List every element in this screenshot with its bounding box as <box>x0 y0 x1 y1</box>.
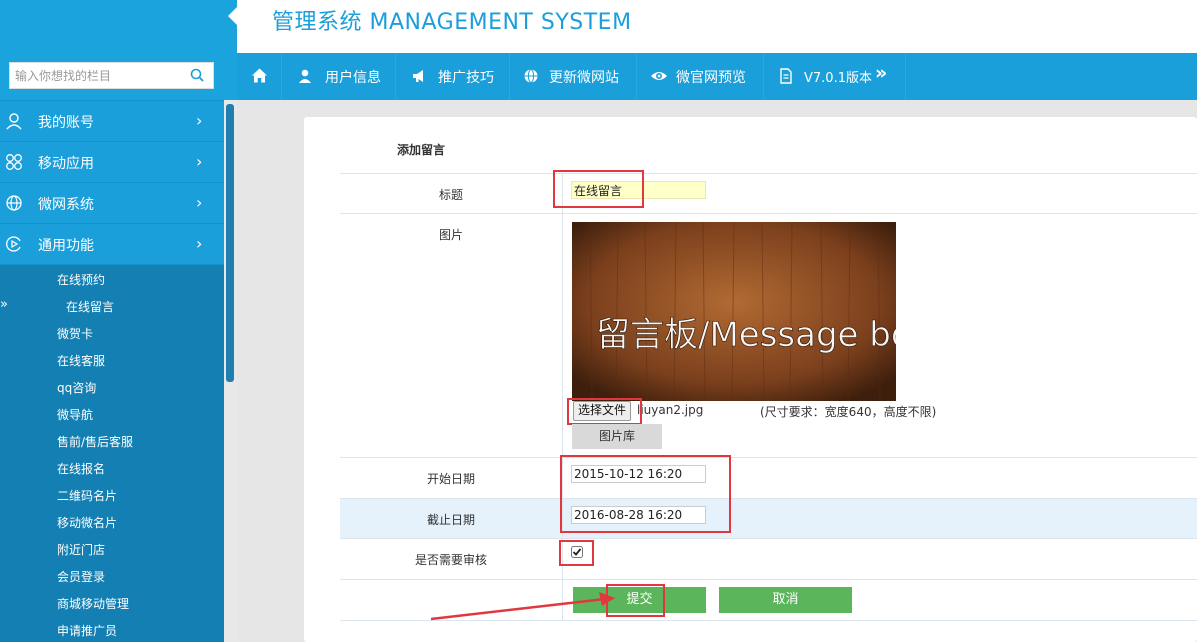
image-caption: 留言板/Message boards <box>596 315 896 355</box>
chevron-right-icon: › <box>196 111 203 130</box>
eye-icon <box>651 72 667 80</box>
chevron-right-icon: › <box>196 152 203 171</box>
globe-icon <box>6 195 22 211</box>
sidebar-sub-item[interactable]: 微导航 <box>57 406 93 423</box>
chevron-right-icon: › <box>196 234 203 253</box>
nav-label: 更新微网站 <box>549 70 619 86</box>
chevron-right-icon: › <box>196 193 203 212</box>
nav-version[interactable]: V7.0.1版本 » <box>764 53 906 100</box>
form-title: 添加留言 <box>397 143 446 157</box>
sidebar-item-microsite[interactable]: 微网系统 › <box>0 183 224 223</box>
image-label: 图片 <box>438 228 463 242</box>
sidebar-sub-item[interactable]: 申请推广员 <box>57 622 117 639</box>
gallery-button[interactable]: 图片库 <box>572 424 662 449</box>
nav-update-site[interactable]: 更新微网站 <box>510 53 637 100</box>
sidebar-sub-item[interactable]: 商城移动管理 <box>57 595 129 612</box>
annotation-arrow <box>430 592 615 621</box>
home-icon <box>252 68 267 83</box>
row-end-date: 截止日期 <box>340 498 1197 538</box>
search-input[interactable] <box>10 63 180 88</box>
nav-label: 用户信息 <box>325 70 381 86</box>
row-start-date: 开始日期 <box>340 457 1197 498</box>
highlight-box-title <box>553 170 644 208</box>
row-review: 是否需要审核 <box>340 538 1197 579</box>
sidebar-sub-item-active[interactable]: 在线留言 <box>66 298 114 315</box>
sidebar-item-label: 微网系统 <box>38 197 94 213</box>
search-icon[interactable] <box>190 68 204 82</box>
user-icon <box>299 69 311 83</box>
header: 管理系统 MANAGEMENT SYSTEM <box>237 0 1197 53</box>
nav-home[interactable] <box>237 53 282 100</box>
size-hint: (尺寸要求：宽度640，高度不限) <box>760 405 937 419</box>
sidebar-sub-item[interactable]: 在线报名 <box>57 460 105 477</box>
sidebar: 我的账号 › 移动应用 › 微网系统 › 通用功能 › 在线预约 在线留言 微贺… <box>0 100 237 642</box>
highlight-box-file <box>567 398 642 425</box>
highlight-box-dates <box>560 455 731 533</box>
end-date-label: 截止日期 <box>426 513 475 527</box>
sidebar-item-label: 通用功能 <box>38 238 94 254</box>
document-icon <box>780 68 792 84</box>
sidebar-sub-item[interactable]: 会员登录 <box>57 568 105 585</box>
nav-preview[interactable]: 微官网预览 <box>637 53 764 100</box>
user-outline-icon <box>6 113 22 130</box>
image-preview: 留言板/Message boards <box>572 222 896 401</box>
start-date-label: 开始日期 <box>426 472 475 486</box>
nav-user-info[interactable]: 用户信息 <box>282 53 396 100</box>
sidebar-sub-item[interactable]: qq咨询 <box>57 379 96 396</box>
active-item-marker: » <box>0 297 8 312</box>
play-circle-icon <box>6 236 21 252</box>
highlight-box-checkbox <box>559 540 594 566</box>
apps-icon <box>6 154 22 170</box>
file-name: liuyan2.jpg <box>637 403 704 417</box>
megaphone-icon <box>413 70 423 82</box>
sidebar-item-account[interactable]: 我的账号 › <box>0 101 224 141</box>
sidebar-item-label: 移动应用 <box>38 156 94 172</box>
sidebar-sub-item[interactable]: 售前/售后客服 <box>57 433 133 450</box>
submenu-common: 在线预约 在线留言 微贺卡 在线客服 qq咨询 微导航 售前/售后客服 在线报名… <box>0 265 224 642</box>
globe-icon <box>524 69 538 83</box>
sidebar-item-mobile-apps[interactable]: 移动应用 › <box>0 142 224 182</box>
cancel-button[interactable]: 取消 <box>719 587 852 613</box>
sidebar-sub-item[interactable]: 在线预约 <box>57 271 105 288</box>
top-nav: 用户信息 推广技巧 更新微网站 微官网预览 V7.0.1版本 » <box>237 53 1197 100</box>
review-label: 是否需要审核 <box>414 553 487 567</box>
sidebar-sub-item[interactable]: 移动微名片 <box>57 514 117 531</box>
double-chevron-icon: » <box>875 62 888 84</box>
brand-bar <box>0 0 237 53</box>
sidebar-scrollbar-thumb[interactable] <box>226 104 234 382</box>
nav-label: 微官网预览 <box>676 70 746 86</box>
sidebar-sub-item[interactable]: 微贺卡 <box>57 325 93 342</box>
sidebar-item-common[interactable]: 通用功能 › <box>0 224 224 264</box>
row-divider <box>562 214 563 457</box>
app-title: 管理系统 MANAGEMENT SYSTEM <box>272 10 632 35</box>
sidebar-item-label: 我的账号 <box>38 115 94 131</box>
nav-label: 推广技巧 <box>438 70 494 86</box>
sidebar-sub-item[interactable]: 附近门店 <box>57 541 105 558</box>
nav-promo-tips[interactable]: 推广技巧 <box>396 53 510 100</box>
sidebar-sub-item[interactable]: 二维码名片 <box>57 487 117 504</box>
nav-label: V7.0.1版本 <box>804 71 872 86</box>
sidebar-sub-item[interactable]: 在线客服 <box>57 352 105 369</box>
sidebar-search <box>9 62 214 89</box>
title-label: 标题 <box>438 188 463 202</box>
row-title: 标题 <box>340 173 1197 213</box>
